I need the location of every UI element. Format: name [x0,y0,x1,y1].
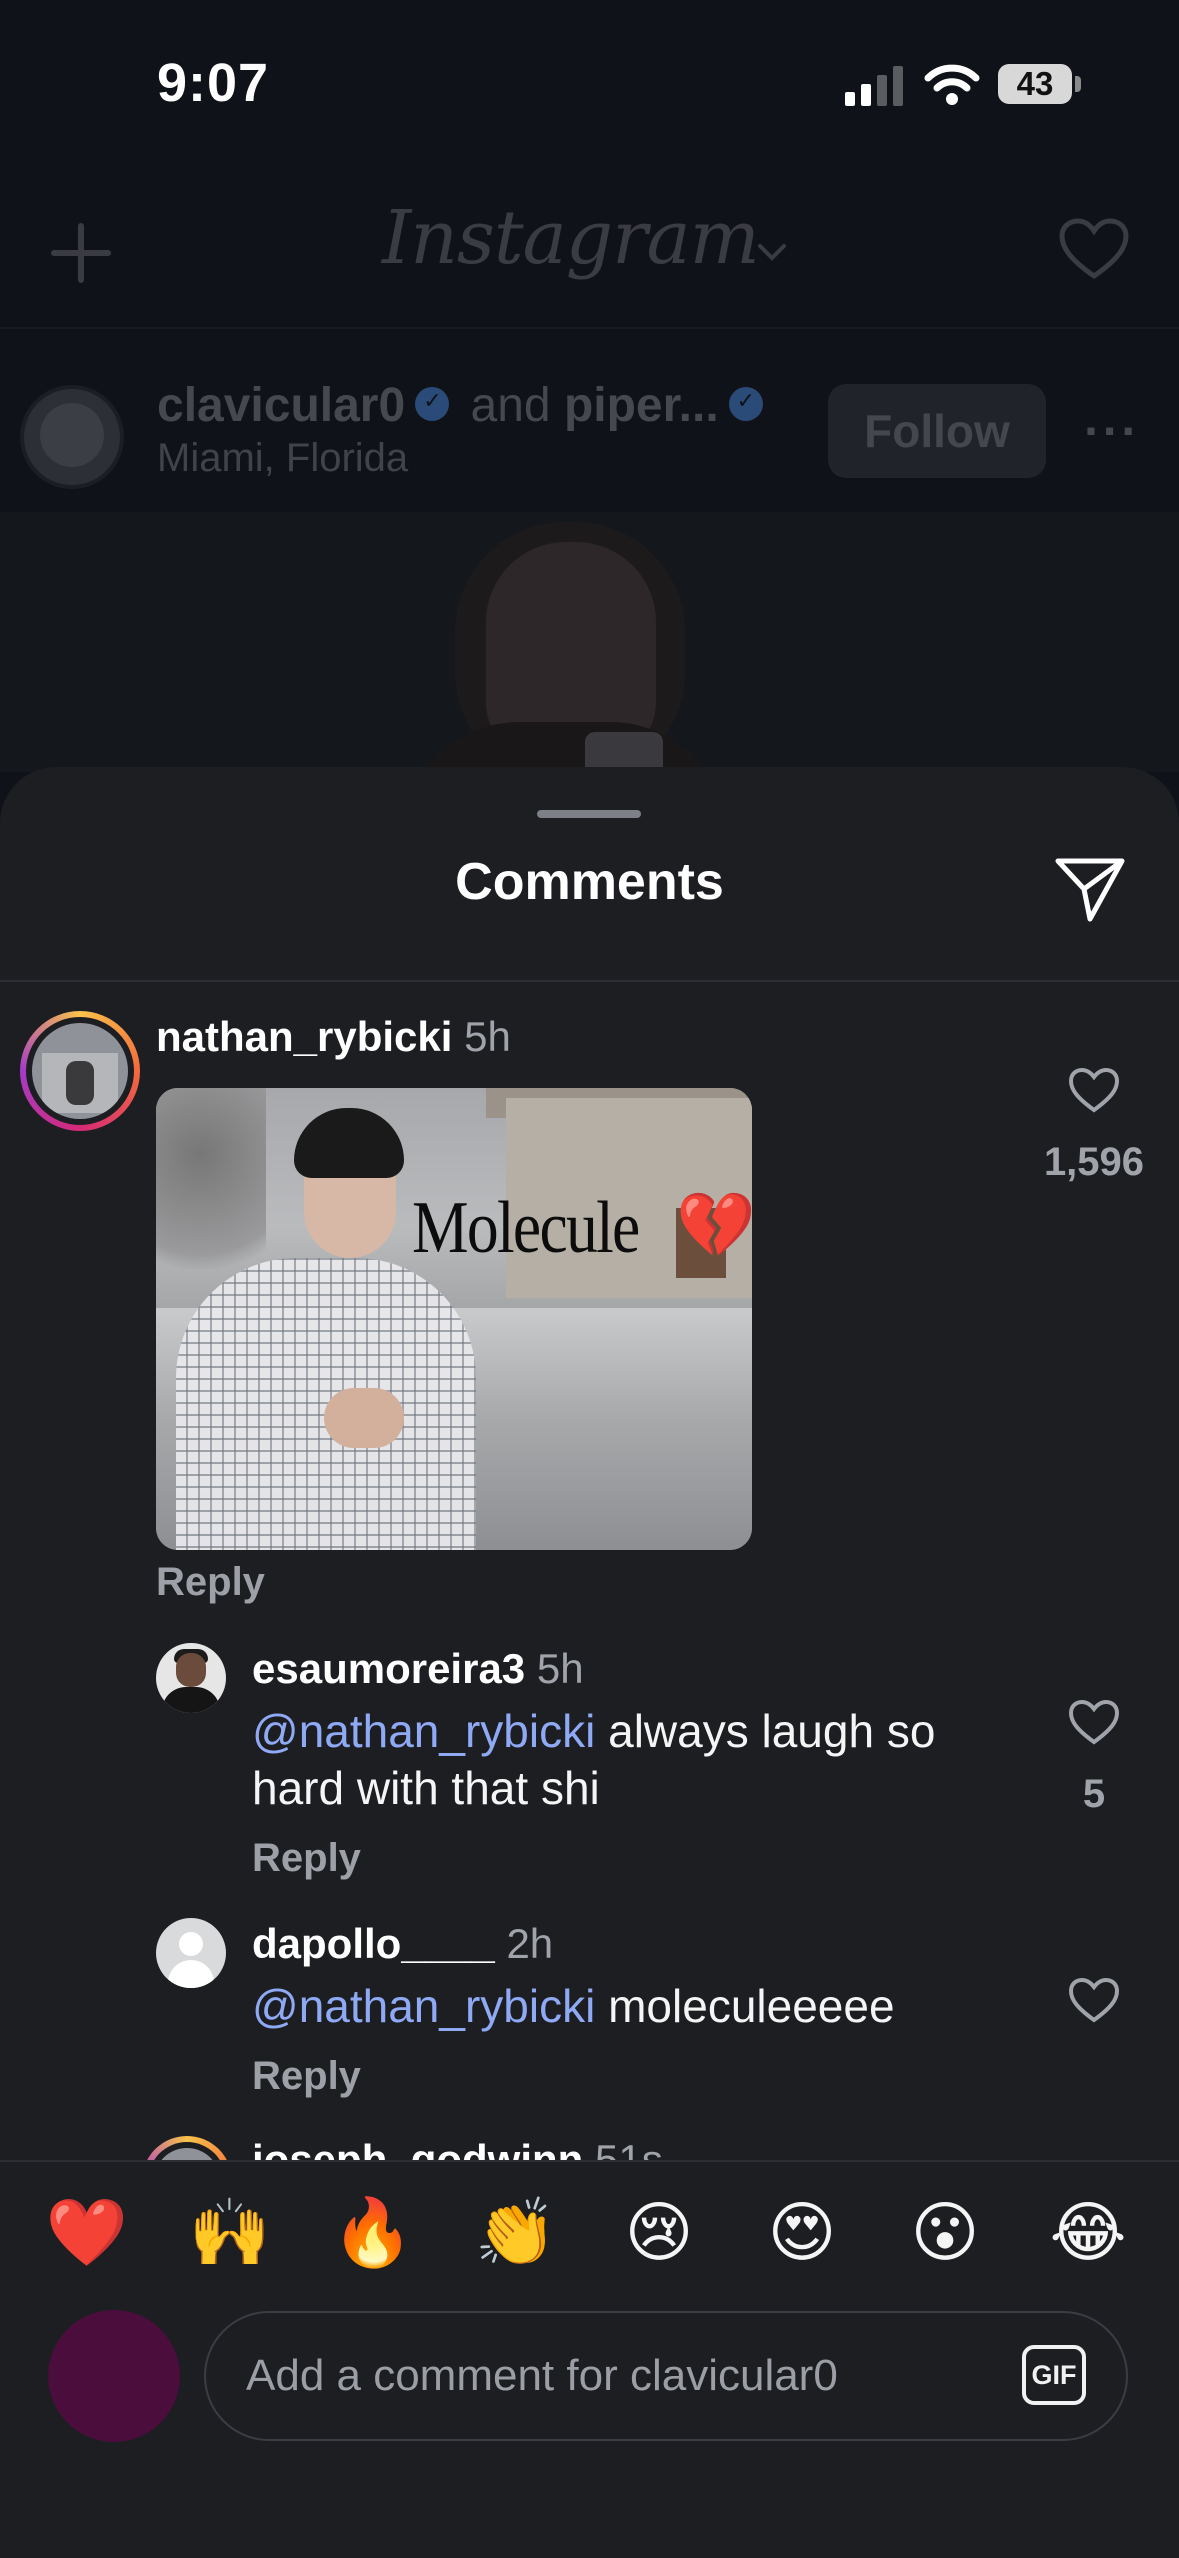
post-location[interactable]: Miami, Florida [157,436,408,481]
wifi-icon [924,64,980,105]
comment-time: 5h [464,1013,511,1060]
reply-button[interactable]: Reply [252,2054,361,2099]
reaction-surprised[interactable]: 😮 [900,2188,990,2278]
verified-badge-icon [728,387,763,422]
mention-link[interactable]: @nathan_rybicki [252,1980,595,2032]
sheet-divider [0,980,1179,982]
like-count: 1,596 [1043,1140,1145,1184]
quick-reactions-row: ❤️ 🙌 🔥 👏 😢 😍 😮 😂 [0,2188,1179,2278]
reaction-raised-hands[interactable]: 🙌 [185,2188,275,2278]
author-username[interactable]: clavicular0 [157,379,405,432]
reply-button[interactable]: Reply [252,1836,361,1881]
broken-heart-emoji: 💔 [676,1189,752,1261]
post-author-avatar[interactable] [20,385,124,489]
header-divider [0,327,1179,329]
reply-text: @nathan_rybicki always laugh so hard with… [252,1705,936,1814]
my-avatar [48,2310,180,2442]
reply-username[interactable]: dapollo____ 2h [252,1920,553,1968]
instagram-logo[interactable]: Instagram [382,195,760,281]
battery-indicator: 43 [998,64,1072,104]
share-send-icon[interactable] [1054,855,1126,923]
mention-link[interactable]: @nathan_rybicki [252,1705,595,1757]
comment-username[interactable]: nathan_rybicki 5h [156,1013,511,1061]
reaction-heart[interactable]: ❤️ [42,2188,132,2278]
like-heart-icon[interactable] [1068,1700,1120,1746]
status-time: 9:07 [157,53,270,113]
sheet-title: Comments [455,853,724,911]
reaction-fire[interactable]: 🔥 [328,2188,418,2278]
new-post-icon[interactable] [50,222,112,284]
reaction-heart-eyes[interactable]: 😍 [757,2188,847,2278]
reply-username[interactable]: esaumoreira3 5h [252,1645,584,1693]
cellular-signal-icon [845,66,903,106]
battery-cap [1075,76,1081,92]
post-author-names[interactable]: clavicular0 and piper... [157,378,771,433]
comment-input-placeholder[interactable]: Add a comment for clavicular0 [246,2313,838,2439]
sheet-grabber[interactable] [537,810,641,818]
post-photo[interactable] [0,512,1179,772]
reply-time: 2h [506,1920,554,1967]
follow-button[interactable]: Follow [828,384,1046,478]
commenter-avatar-story-ring[interactable] [20,1011,140,1131]
reaction-clap[interactable]: 👏 [471,2188,561,2278]
reply-button[interactable]: Reply [156,1560,265,1605]
more-options-icon[interactable]: ··· [1084,402,1140,460]
reply-avatar-default[interactable] [156,1918,226,1988]
reaction-laughing[interactable]: 😂 [1043,2188,1133,2278]
reply-time: 5h [536,1645,584,1692]
comment-input[interactable]: Add a comment for clavicular0 GIF [204,2311,1128,2441]
collab-username[interactable]: piper... [564,379,719,432]
notifications-heart-icon[interactable] [1058,218,1130,282]
reply-avatar[interactable] [156,1643,226,1713]
like-count: 5 [1082,1772,1106,1816]
chevron-down-icon[interactable] [756,242,788,262]
like-heart-icon[interactable] [1068,1068,1120,1114]
gif-button[interactable]: GIF [1022,2345,1086,2405]
reaction-cry[interactable]: 😢 [614,2188,704,2278]
comment-gif-image[interactable]: Molecule 💔 [156,1088,752,1550]
status-bar: 9:07 43 [0,0,1179,170]
reply-text: @nathan_rybicki moleculeeeee [252,1980,895,2032]
verified-badge-icon [415,387,450,422]
like-heart-icon[interactable] [1068,1978,1120,2024]
and-text: and [457,379,564,432]
gif-caption: Molecule [412,1187,640,1269]
